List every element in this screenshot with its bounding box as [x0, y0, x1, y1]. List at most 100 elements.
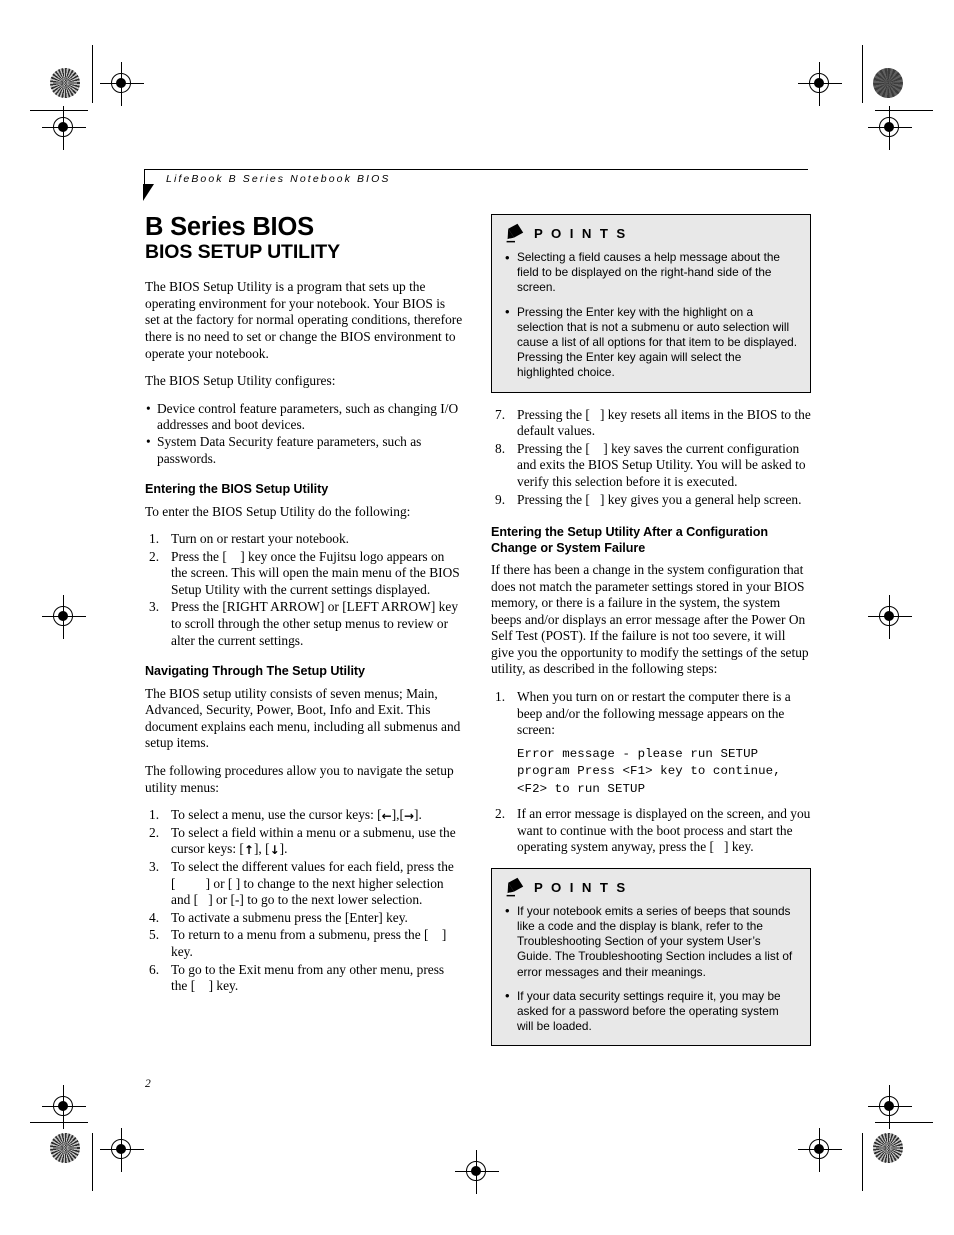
navigating-paragraph-1: The BIOS setup utility consists of seven…: [145, 685, 461, 751]
list-item: Pressing the Enter key with the highligh…: [505, 304, 797, 381]
step-text: To activate a submenu press the [Enter] …: [171, 909, 408, 925]
header-wedge-icon: [143, 184, 154, 201]
pencil-icon: [506, 223, 524, 243]
density-patch-icon: [50, 1133, 80, 1163]
key-placeholder: [195, 978, 208, 993]
section-heading-entering-bios: Entering the BIOS Setup Utility: [145, 482, 329, 497]
step-text-c: ].: [414, 807, 422, 823]
list-item: 2. Press the [ ] key once the Fujitsu log…: [145, 549, 463, 599]
list-item: 6. To go to the Exit menu from any other …: [145, 962, 463, 995]
header-rule: [144, 169, 808, 171]
key-placeholder: [429, 927, 442, 942]
key-placeholder: [590, 441, 603, 456]
document-page: LifeBook B Series Notebook BIOS B Series…: [0, 0, 954, 1235]
registration-target-icon: [42, 595, 86, 639]
section-heading-config-change: Entering the Setup Utility After a Confi…: [491, 525, 768, 555]
points-header: P O I N T S: [505, 223, 797, 244]
step-number: 5.: [149, 927, 160, 943]
points-title: P O I N T S: [534, 879, 628, 895]
list-item: 3. Press the [RIGHT ARROW] or [LEFT ARROW…: [145, 599, 463, 649]
step-text: Press the [RIGHT ARROW] or [LEFT ARROW] …: [171, 599, 459, 648]
step-text-c: ].: [279, 841, 288, 857]
step-text-a: Pressing the [: [517, 491, 590, 507]
header-tick: [144, 169, 146, 184]
step-text-b: ], [: [253, 841, 270, 857]
registration-target-icon: [798, 62, 842, 106]
steps-7-9-list: 7. Pressing the [ ] key resets all items …: [491, 407, 811, 509]
screen-error-message: Error message - please run SETUP program…: [517, 746, 781, 796]
step-text-a: To select a field within a menu or a sub…: [171, 824, 456, 857]
step-number: 1.: [149, 807, 160, 823]
step-text-a: If an error message is displayed on the …: [517, 806, 811, 855]
trim-line: [92, 1133, 94, 1191]
section-heading-navigating: Navigating Through The Setup Utility: [145, 664, 365, 679]
step-number: 1.: [149, 531, 160, 547]
step-number: 3.: [149, 599, 160, 615]
config-change-paragraph: If there has been a change in the system…: [491, 561, 809, 677]
key-placeholder: [590, 492, 600, 507]
step-number: 9.: [495, 491, 506, 507]
trim-line: [875, 1122, 933, 1124]
arrow-right-icon: →: [403, 808, 415, 823]
registration-target-icon: [798, 1128, 842, 1172]
density-patch-icon: [50, 68, 80, 98]
step-text: When you turn on or restart the computer…: [517, 689, 791, 738]
step-number: 8.: [495, 440, 506, 456]
registration-target-icon: [455, 1150, 499, 1194]
key-placeholder: [175, 876, 205, 891]
trim-line: [862, 1133, 864, 1191]
registration-target-icon: [868, 106, 912, 150]
configures-lead: The BIOS Setup Utility configures:: [145, 373, 336, 389]
list-item: 4. To activate a submenu press the [Enter…: [145, 910, 463, 927]
step-number: 7.: [495, 406, 506, 422]
trim-line: [30, 1122, 88, 1124]
step-text-a: Pressing the [: [517, 406, 590, 422]
left-column: B Series BIOS BIOS SETUP UTILITY The BIO…: [145, 214, 463, 1006]
page-number: 2: [145, 1078, 151, 1090]
list-item: 8. Pressing the [ ] key saves the current…: [491, 441, 811, 491]
points-bullet-list: If your notebook emits a series of beeps…: [505, 903, 797, 1035]
navigating-paragraph-2: The following procedures allow you to na…: [145, 762, 454, 795]
points-title: P O I N T S: [534, 226, 628, 241]
intro-paragraph: The BIOS Setup Utility is a program that…: [145, 279, 463, 361]
step-text: Turn on or restart your notebook.: [171, 531, 350, 547]
registration-target-icon: [100, 62, 144, 106]
points-header: P O I N T S: [505, 877, 797, 898]
entering-steps-list: 1. Turn on or restart your notebook. 2. Pr…: [145, 531, 463, 649]
step-number: 4.: [149, 909, 160, 925]
step-text-a: To return to a menu from a submenu, pres…: [171, 927, 429, 943]
arrow-up-icon: ↑: [243, 842, 254, 857]
step-number: 2.: [149, 824, 160, 840]
arrow-left-icon: ←: [381, 808, 392, 823]
entering-lead: To enter the BIOS Setup Utility do the f…: [145, 503, 411, 519]
step-text-b: ] or [: [205, 875, 233, 891]
registration-target-icon: [100, 1128, 144, 1172]
trim-line: [862, 45, 864, 103]
list-item: 3. To select the different values for eac…: [145, 859, 463, 909]
registration-target-icon: [868, 595, 912, 639]
navigating-steps-list: 1. To select a menu, use the cursor keys:…: [145, 807, 463, 995]
step-number: 1.: [495, 689, 506, 705]
config-steps-list: 1. When you turn on or restart the comput…: [491, 689, 811, 856]
step-number: 3.: [149, 858, 160, 874]
points-bullet-list: Selecting a field causes a help message …: [505, 250, 797, 381]
list-item: 1. To select a menu, use the cursor keys:…: [145, 807, 463, 824]
list-item: Selecting a field causes a help message …: [505, 250, 797, 296]
list-item: 2. If an error message is displayed on th…: [491, 806, 811, 856]
page-subtitle: BIOS SETUP UTILITY: [145, 240, 341, 263]
registration-target-icon: [42, 106, 86, 150]
step-text-b: ] key.: [724, 839, 754, 855]
step-text-b: ] key gives you a general help screen.: [599, 491, 802, 507]
list-item: 5. To return to a menu from a submenu, pr…: [145, 927, 463, 960]
list-item: If your data security settings require i…: [505, 988, 797, 1035]
list-item: System Data Security feature parameters,…: [145, 434, 463, 467]
step-text-a: Pressing the [: [517, 440, 590, 456]
list-item: 2. To select a field within a menu or a s…: [145, 825, 463, 858]
list-item: 9. Pressing the [ ] key gives you a gener…: [491, 492, 811, 509]
points-callout-box-1: P O I N T S Selecting a field causes a h…: [491, 214, 811, 393]
step-number: 2.: [495, 806, 506, 822]
density-patch-icon: [873, 68, 903, 98]
step-text-b: ],[: [391, 807, 404, 823]
list-item: 1. When you turn on or restart the comput…: [491, 689, 811, 798]
density-patch-icon: [873, 1133, 903, 1163]
